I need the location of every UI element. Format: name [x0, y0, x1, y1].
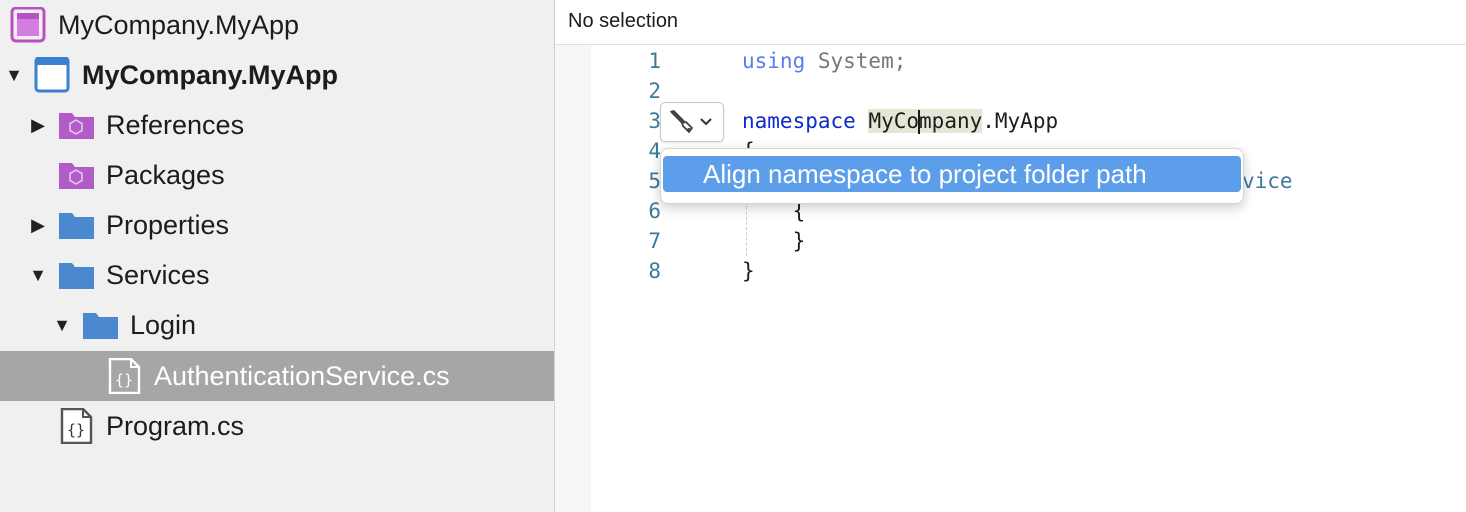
line-number: 7 — [648, 229, 661, 253]
line-number: 1 — [648, 49, 661, 73]
namespace-suffix: .MyApp — [982, 109, 1059, 133]
references-folder-icon — [58, 107, 96, 143]
tree-item-label: References — [106, 110, 245, 140]
line-number: 3 — [648, 109, 661, 133]
tree-item-services[interactable]: ▼ Services — [0, 250, 554, 300]
project-icon — [34, 56, 72, 93]
keyword-using: using — [742, 49, 806, 73]
expand-triangle-icon[interactable]: ▼ — [52, 300, 72, 350]
code-text[interactable]: } — [742, 256, 755, 286]
tree-item-references[interactable]: ▶ References — [0, 100, 554, 150]
namespace-highlight: MyCompany — [868, 109, 983, 134]
tree-item-label: Services — [106, 260, 210, 290]
screwdriver-wrench-icon — [667, 108, 695, 141]
menu-item-align-namespace[interactable]: Align namespace to project folder path — [663, 156, 1241, 192]
folder-icon — [58, 257, 96, 293]
folder-icon — [82, 307, 120, 343]
tree-item-project[interactable]: ▼ MyCompany.MyApp — [0, 50, 554, 100]
code-editor[interactable]: No selection 1 using System; 2 3 namespa… — [555, 0, 1466, 512]
keyword-namespace: namespace — [742, 109, 856, 133]
tree-item-label: AuthenticationService.cs — [154, 361, 450, 391]
expand-triangle-icon[interactable]: ▼ — [28, 250, 48, 300]
folder-icon — [58, 207, 96, 243]
editor-status-bar: No selection — [555, 0, 1466, 45]
line-number: 8 — [648, 259, 661, 283]
chevron-down-icon — [699, 111, 713, 136]
line-number: 5 — [648, 169, 661, 193]
code-text[interactable]: using System; — [742, 46, 906, 76]
code-line[interactable]: 7 } — [555, 226, 1466, 256]
code-line[interactable]: 1 using System; — [555, 46, 1466, 76]
code-text[interactable]: vice — [1242, 166, 1293, 196]
line-number: 4 — [648, 139, 661, 163]
tree-item-packages[interactable]: Packages — [0, 150, 554, 200]
packages-folder-icon — [58, 157, 96, 193]
tree-item-label: MyCompany.MyApp — [82, 60, 339, 90]
tree-item-solution[interactable]: MyCompany.MyApp — [0, 0, 554, 50]
tree-item-label: Login — [130, 310, 197, 340]
code-line[interactable]: 8 } — [555, 256, 1466, 286]
expand-triangle-icon[interactable]: ▼ — [4, 50, 24, 100]
collapsed-triangle-icon[interactable]: ▶ — [28, 100, 48, 150]
tree-item-label: Properties — [106, 210, 230, 240]
solution-icon — [10, 6, 48, 43]
svg-text:{}: {} — [115, 371, 133, 389]
collapsed-triangle-icon[interactable]: ▶ — [28, 200, 48, 250]
namespace-part-b: mpany — [919, 109, 983, 133]
quick-fix-button[interactable] — [660, 102, 724, 142]
line-number: 6 — [648, 199, 661, 223]
tree-item-properties[interactable]: ▶ Properties — [0, 200, 554, 250]
tree-item-login[interactable]: ▼ Login — [0, 300, 554, 350]
solution-explorer: MyCompany.MyApp ▼ MyCompany.MyApp ▶ Refe… — [0, 0, 555, 512]
tree-item-program[interactable]: {} Program.cs — [0, 401, 554, 451]
tree-item-label: MyCompany.MyApp — [58, 10, 300, 40]
namespace-part-a: MyCo — [868, 109, 920, 133]
code-text[interactable]: namespace MyCompany.MyApp — [742, 106, 1058, 136]
quick-fix-menu: Align namespace to project folder path — [660, 148, 1244, 204]
using-target: System; — [805, 49, 907, 73]
tree-item-authenticationservice[interactable]: {} AuthenticationService.cs — [0, 351, 554, 401]
svg-text:{}: {} — [67, 421, 85, 439]
tree-item-label: Program.cs — [106, 411, 245, 441]
csharp-file-icon: {} — [58, 407, 96, 445]
selection-status: No selection — [568, 10, 679, 32]
code-text[interactable]: } — [742, 226, 806, 256]
tree-item-label: Packages — [106, 160, 225, 190]
indent-guide — [746, 196, 747, 256]
line-number: 2 — [648, 79, 661, 103]
csharp-file-icon: {} — [106, 357, 144, 395]
menu-item-label: Align namespace to project folder path — [703, 159, 1147, 189]
